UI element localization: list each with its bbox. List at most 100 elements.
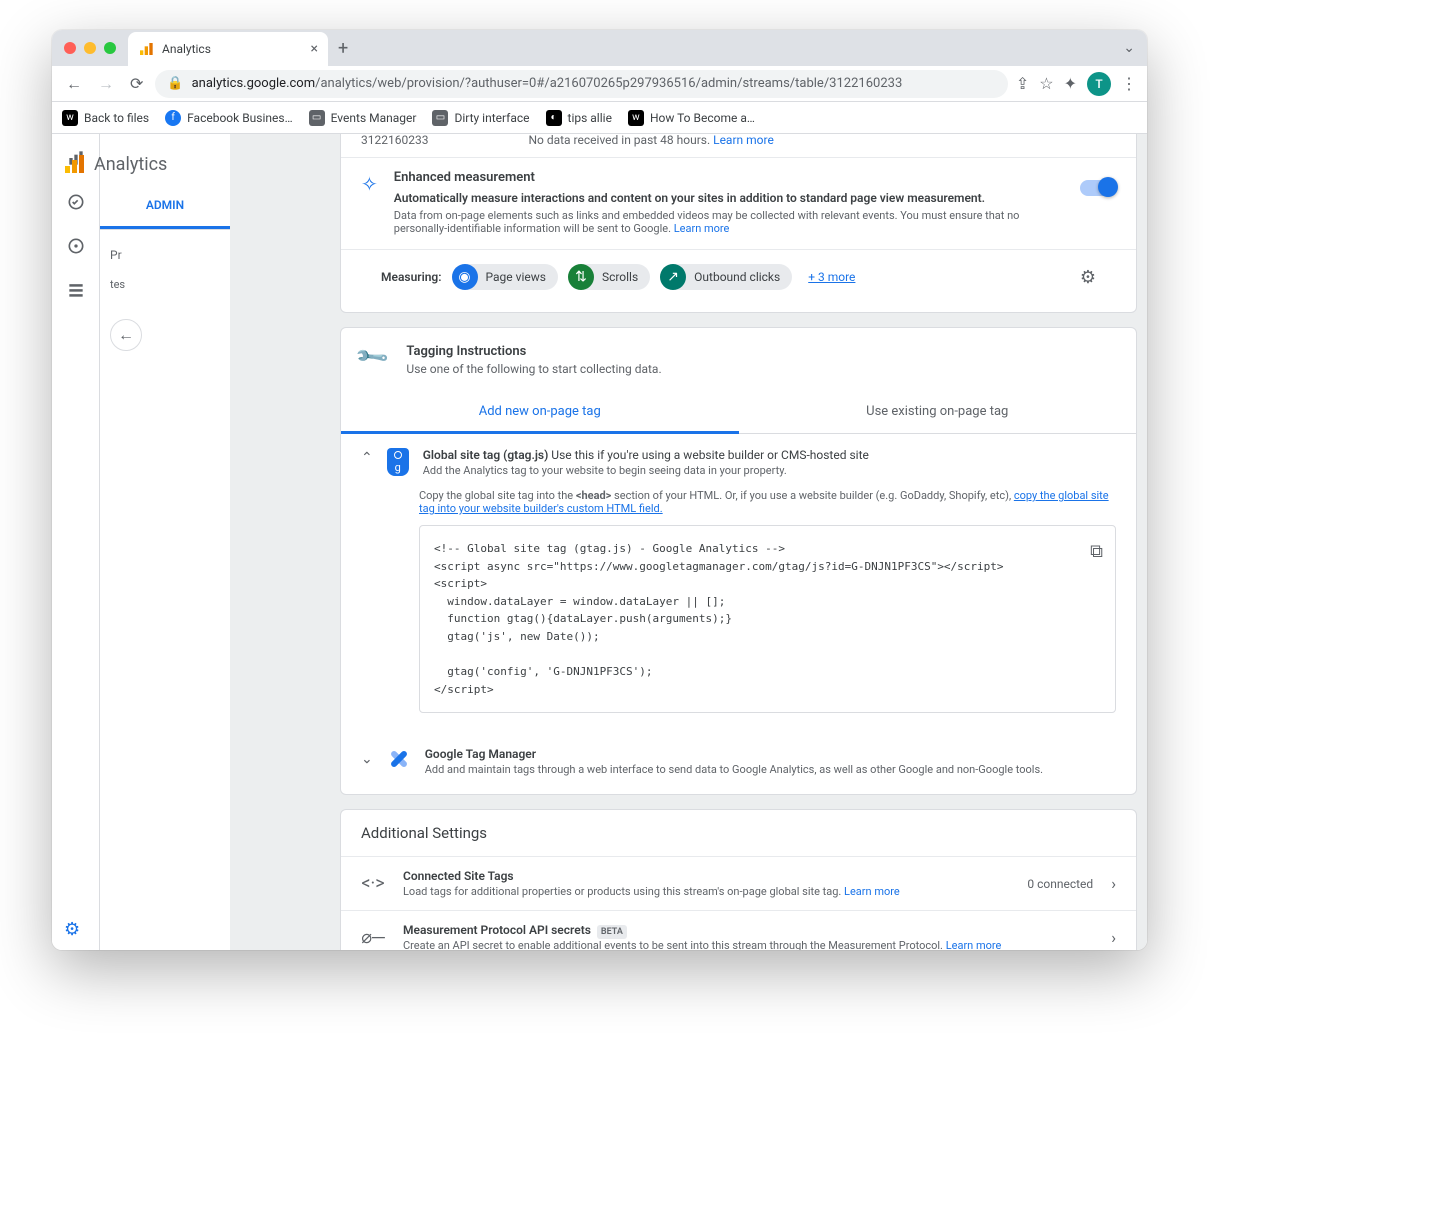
connected-site-tags-row[interactable]: <·> Connected Site Tags Load tags for ad… [341, 856, 1136, 910]
connected-desc: Load tags for additional properties or p… [403, 885, 844, 898]
bookmark-star-icon[interactable]: ☆ [1039, 74, 1053, 93]
gtm-title: Google Tag Manager [425, 747, 536, 761]
configure-list-icon[interactable] [64, 278, 88, 302]
enhanced-toggle[interactable] [1080, 180, 1116, 196]
chip-outbound: ↗Outbound clicks [660, 264, 792, 290]
gtm-desc: Add and maintain tags through a web inte… [425, 763, 1043, 776]
browser-urlbar: ← → ⟳ 🔒 analytics.google.com/analytics/w… [52, 66, 1147, 102]
more-events-link[interactable]: + 3 more [808, 270, 855, 284]
enhanced-subtitle: Automatically measure interactions and c… [394, 191, 1064, 205]
mp-desc: Create an API secret to enable additiona… [403, 939, 946, 950]
url-path: /analytics/web/provision/?authuser=0#/a2… [315, 76, 902, 91]
maximize-window-icon[interactable] [104, 42, 116, 54]
mp-learn-more[interactable]: Learn more [946, 939, 1002, 950]
webflow-icon: w [632, 112, 640, 123]
bookmark-item[interactable]: ▭Events Manager [309, 110, 417, 126]
chevron-right-icon: › [1111, 928, 1116, 947]
scroll-icon: ⇅ [568, 264, 594, 290]
new-tab-button[interactable]: + [338, 38, 348, 59]
property-label: Pr [110, 248, 220, 262]
link-icon: ↗ [660, 264, 686, 290]
browser-tab[interactable]: Analytics × [128, 32, 328, 66]
analytics-favicon-icon [138, 41, 154, 57]
stream-id: 3122160233 [361, 134, 428, 147]
back-button[interactable]: ← [62, 70, 86, 98]
enhanced-learn-more[interactable]: Learn more [674, 222, 730, 235]
reload-button[interactable]: ⟳ [126, 70, 147, 97]
additional-title: Additional Settings [341, 810, 1136, 856]
tab-title: Analytics [162, 42, 211, 56]
analytics-logo-icon [62, 152, 86, 176]
key-icon: ⌀─ [361, 927, 385, 948]
tab-use-existing[interactable]: Use existing on-page tag [739, 392, 1137, 433]
back-button[interactable]: ← [110, 319, 142, 351]
tab-close-icon[interactable]: × [311, 42, 318, 56]
measuring-settings-gear-icon[interactable]: ⚙ [1080, 267, 1096, 288]
lock-icon: 🔒 [167, 76, 183, 91]
mp-title: Measurement Protocol API secrets [403, 923, 591, 937]
chip-scrolls: ⇅Scrolls [568, 264, 650, 290]
webflow-icon: w [66, 112, 74, 123]
chevron-right-icon: › [1111, 874, 1116, 893]
measurement-protocol-row[interactable]: ⌀─ Measurement Protocol API secretsBETA … [341, 910, 1136, 950]
stream-status-link[interactable]: Learn more [713, 134, 774, 147]
gst-para-head: <head> [576, 489, 611, 502]
admin-gear-icon[interactable]: ⚙ [64, 919, 80, 940]
nav-rail: ⚙ [52, 134, 100, 950]
bookmark-item[interactable]: wBack to files [62, 110, 149, 126]
sparkle-icon: ✧ [361, 172, 378, 196]
chevron-down-icon[interactable]: ⌃ [361, 749, 373, 765]
realtime-icon[interactable] [64, 190, 88, 214]
gst-title-rest: Use this if you're using a website build… [548, 448, 869, 462]
address-bar[interactable]: 🔒 analytics.google.com/analytics/web/pro… [155, 70, 1007, 98]
chip-page-views: ◉Page views [452, 264, 558, 290]
beta-badge: BETA [597, 925, 627, 939]
stream-panel: 3122160233 No data received in past 48 h… [340, 134, 1137, 313]
tagging-panel: 🔧 Tagging Instructions Use one of the fo… [340, 327, 1137, 795]
bookmark-item[interactable]: ◐tips allie [546, 110, 612, 126]
code-tag-icon: <·> [361, 873, 385, 894]
tab-add-new[interactable]: Add new on-page tag [341, 392, 739, 434]
facebook-icon: f [171, 112, 174, 123]
minimize-window-icon[interactable] [84, 42, 96, 54]
bookmark-item[interactable]: ▭Dirty interface [432, 110, 529, 126]
url-host: analytics.google.com [192, 76, 316, 91]
property-test-label: tes [110, 278, 220, 291]
share-icon[interactable]: ⇪ [1016, 74, 1029, 93]
bookmark-item[interactable]: fFacebook Busines… [165, 110, 293, 126]
bookmark-item[interactable]: wHow To Become a… [628, 110, 755, 126]
main-content: 3122160233 No data received in past 48 h… [230, 134, 1147, 950]
tab-overflow-icon[interactable]: ⌄ [1123, 40, 1135, 56]
profile-avatar[interactable]: T [1087, 72, 1111, 96]
code-snippet[interactable]: ⧉ <!-- Global site tag (gtag.js) - Google… [419, 525, 1116, 713]
measuring-label: Measuring: [381, 270, 442, 284]
kebab-menu-icon[interactable]: ⋮ [1121, 74, 1137, 93]
stream-status: No data received in past 48 hours. [528, 134, 710, 147]
connected-learn-more[interactable]: Learn more [844, 885, 900, 898]
connected-title: Connected Site Tags [403, 869, 1009, 883]
gtm-icon [382, 742, 416, 776]
folder-icon: ▭ [436, 112, 445, 123]
extensions-icon[interactable]: ✦ [1064, 74, 1077, 93]
additional-settings-panel: Additional Settings <·> Connected Site T… [340, 809, 1137, 950]
eye-icon: ◉ [452, 264, 478, 290]
connected-count: 0 connected [1027, 877, 1093, 891]
explore-icon[interactable] [64, 234, 88, 258]
gst-description: Add the Analytics tag to your website to… [423, 464, 869, 477]
admin-sidebar: Analytics ADMIN Pr tes ← [100, 134, 230, 950]
enhanced-title: Enhanced measurement [394, 170, 1064, 185]
gst-para-b: section of your HTML. Or, if you use a w… [611, 489, 1014, 502]
window-controls[interactable] [64, 42, 116, 54]
wrench-icon: 🔧 [354, 339, 396, 381]
admin-tab[interactable]: ADMIN [100, 184, 230, 229]
product-name: Analytics [94, 154, 167, 175]
bookmarks-bar: wBack to files fFacebook Busines… ▭Event… [52, 102, 1147, 134]
gtag-badge-icon: g [387, 448, 409, 476]
page-icon: ◐ [551, 112, 557, 123]
copy-icon[interactable]: ⧉ [1090, 538, 1103, 567]
tagging-subtitle: Use one of the following to start collec… [406, 362, 661, 376]
code-content: <!-- Global site tag (gtag.js) - Google … [434, 542, 1004, 696]
gst-title-bold: Global site tag (gtag.js) [423, 448, 549, 462]
close-window-icon[interactable] [64, 42, 76, 54]
chevron-up-icon[interactable]: ⌃ [361, 450, 373, 466]
